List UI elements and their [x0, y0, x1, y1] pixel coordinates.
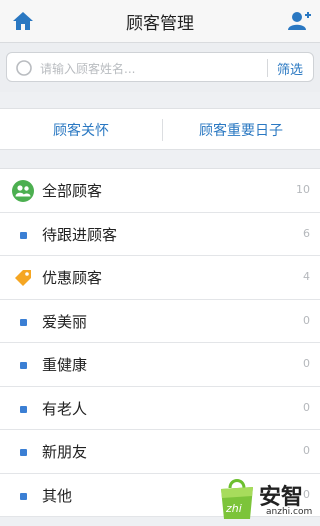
group-row-discount[interactable]: 优惠顾客 4	[0, 256, 320, 300]
shopping-bag-logo-icon: zhi	[221, 479, 253, 519]
search-bar: 请输入顾客姓名... 筛选	[0, 42, 320, 92]
group-label: 全部顾客	[42, 182, 103, 200]
group-row-health[interactable]: 重健康 0	[0, 343, 320, 387]
search-box: 请输入顾客姓名... 筛选	[6, 52, 314, 82]
filter-button[interactable]: 筛选	[277, 59, 303, 78]
customer-care-link[interactable]: 顾客关怀	[0, 120, 162, 140]
customer-group-list: 全部顾客 10 待跟进顾客 6 优惠顾客 4 爱美丽 0 重健康 0 有老人 0…	[0, 168, 320, 517]
bullet-icon	[20, 449, 27, 456]
group-row-follow-up[interactable]: 待跟进顾客 6	[0, 213, 320, 256]
group-count: 10	[296, 183, 310, 196]
group-count: 6	[303, 226, 310, 240]
group-row-elderly[interactable]: 有老人 0	[0, 387, 320, 430]
tag-icon	[15, 270, 31, 286]
bullet-icon	[20, 405, 27, 413]
group-count: 0	[303, 313, 310, 327]
group-row-new-friends[interactable]: 新朋友 0	[0, 430, 320, 474]
home-icon[interactable]	[10, 9, 36, 33]
add-user-icon[interactable]	[286, 9, 312, 33]
group-label: 优惠顾客	[42, 269, 103, 287]
group-count: 0	[303, 444, 310, 457]
group-row-all[interactable]: 全部顾客 10	[0, 169, 320, 213]
group-label: 新朋友	[42, 443, 88, 461]
bullet-icon	[20, 231, 27, 239]
search-divider	[267, 59, 268, 77]
group-row-beauty[interactable]: 爱美丽 0	[0, 300, 320, 343]
group-label: 有老人	[42, 399, 88, 418]
important-dates-link[interactable]: 顾客重要日子	[162, 120, 320, 140]
svg-text:zhi: zhi	[225, 502, 242, 515]
group-icon	[12, 180, 34, 202]
group-label: 重健康	[42, 356, 88, 374]
group-label: 待跟进顾客	[42, 225, 118, 244]
search-icon	[16, 60, 32, 76]
group-count: 4	[303, 270, 310, 283]
watermark: zhi 安智 anzhi.com	[214, 474, 320, 526]
group-count: 0	[303, 400, 310, 414]
group-count: 0	[303, 357, 310, 370]
page-title: 顾客管理	[126, 13, 194, 34]
bullet-icon	[20, 492, 27, 500]
search-input[interactable]: 请输入顾客姓名...	[40, 60, 135, 77]
quick-links: 顾客关怀 顾客重要日子	[0, 108, 320, 150]
bullet-icon	[20, 362, 27, 369]
group-label: 其他	[42, 486, 73, 505]
bullet-icon	[20, 318, 27, 326]
group-label: 爱美丽	[42, 312, 88, 331]
watermark-url: anzhi.com	[266, 507, 313, 517]
top-bar: 顾客管理	[0, 0, 320, 42]
